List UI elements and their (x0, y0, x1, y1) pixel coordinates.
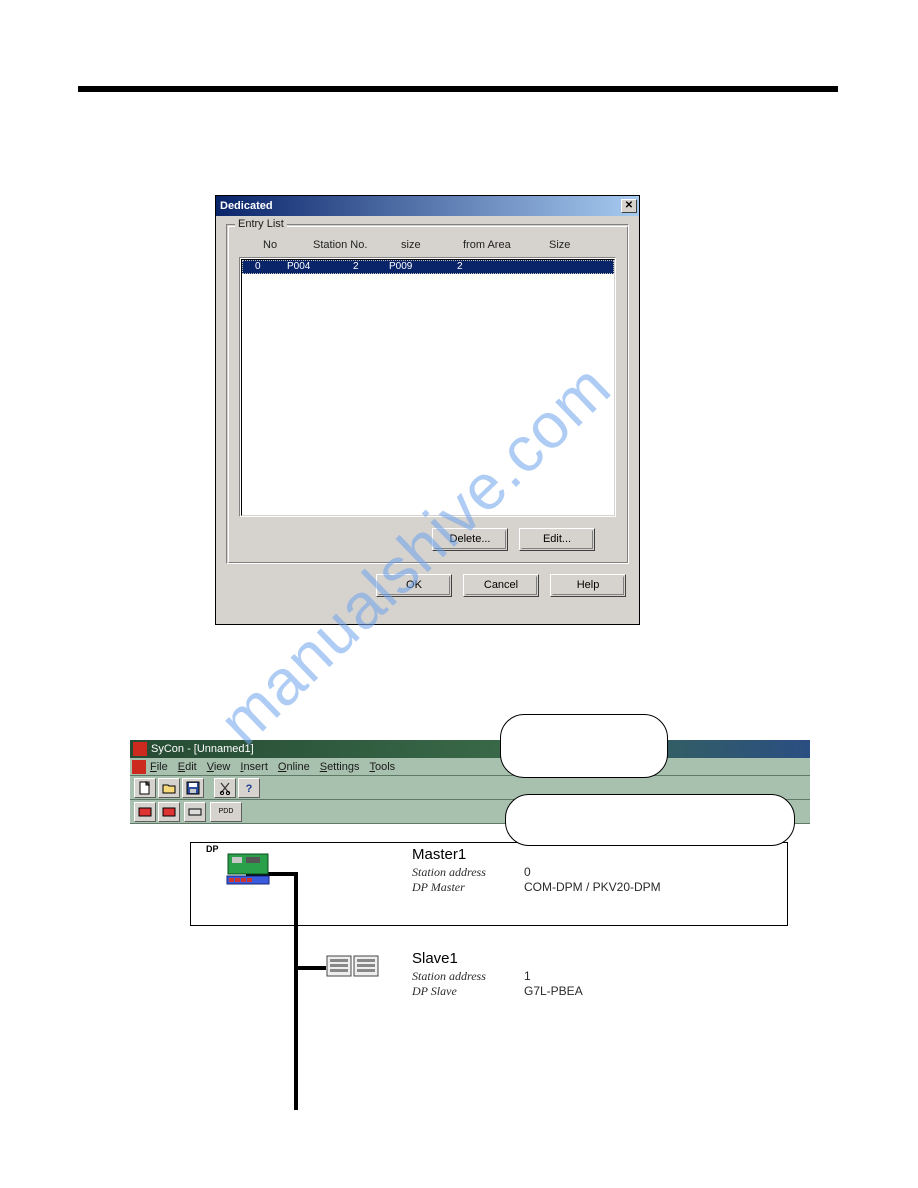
menu-edit[interactable]: Edit (178, 761, 197, 773)
dialog-title: Dedicated (220, 200, 621, 212)
menu-file[interactable]: File (150, 761, 168, 773)
entry-list-group: Entry List No Station No. size from Area… (226, 224, 629, 564)
dedicated-dialog: Dedicated ✕ Entry List No Station No. si… (215, 195, 640, 625)
slave-addr-label: Station address (412, 969, 524, 984)
cell-val1: P004 (287, 261, 310, 272)
slave-info: Slave1 Station address 1 DP Slave G7L-PB… (412, 950, 583, 999)
sycon-menubar: File Edit View Insert Online Settings To… (130, 758, 810, 776)
entry-listbox[interactable]: 0 P004 2 P009 2 (239, 257, 616, 517)
menu-settings[interactable]: Settings (320, 761, 360, 773)
slave-device-icon[interactable] (326, 954, 380, 983)
tool-master-icon[interactable] (134, 802, 156, 822)
cell-val2: 2 (353, 261, 359, 272)
list-row[interactable]: 0 P004 2 P009 2 (242, 260, 614, 274)
menu-tools[interactable]: Tools (369, 761, 395, 773)
sycon-canvas[interactable]: DP (130, 824, 810, 1110)
master-type-label: DP Master (412, 880, 524, 895)
master-addr-label: Station address (412, 865, 524, 880)
tool-pdd-icon[interactable]: PDD (210, 802, 242, 822)
close-icon[interactable]: ✕ (621, 199, 637, 213)
groupbox-label: Entry List (235, 218, 287, 230)
edit-button[interactable]: Edit... (519, 528, 595, 551)
dialog-titlebar[interactable]: Dedicated ✕ (216, 196, 639, 216)
page-divider (78, 86, 838, 92)
help-button[interactable]: Help (550, 574, 626, 597)
callout-2 (505, 794, 795, 846)
cell-no: 0 (255, 261, 261, 272)
sycon-window: SyCon - [Unnamed1] File Edit View Insert… (130, 740, 810, 1110)
col-from-area: from Area (463, 239, 511, 251)
master-info: Master1 Station address 0 DP Master COM-… (412, 846, 661, 895)
master-addr-value: 0 (524, 865, 531, 880)
slave-type-label: DP Slave (412, 984, 524, 999)
master-name: Master1 (412, 846, 661, 863)
open-icon[interactable] (158, 778, 180, 798)
save-icon[interactable] (182, 778, 204, 798)
menu-online[interactable]: Online (278, 761, 310, 773)
cut-icon[interactable] (214, 778, 236, 798)
menu-view[interactable]: View (207, 761, 231, 773)
col-size: size (401, 239, 421, 251)
column-headers: No Station No. size from Area Size (241, 239, 614, 255)
callout-1 (500, 714, 668, 778)
sycon-title: SyCon - [Unnamed1] (151, 743, 254, 755)
bus-stub (294, 966, 326, 970)
mdi-icon (132, 760, 146, 774)
cancel-button[interactable]: Cancel (463, 574, 539, 597)
help-icon[interactable]: ? (238, 778, 260, 798)
sycon-titlebar[interactable]: SyCon - [Unnamed1] (130, 740, 810, 758)
tool-slave-icon[interactable] (158, 802, 180, 822)
menu-insert[interactable]: Insert (240, 761, 268, 773)
dp-label: DP (206, 844, 219, 854)
delete-button[interactable]: Delete... (432, 528, 508, 551)
col-no: No (263, 239, 277, 251)
cell-val4: 2 (457, 261, 463, 272)
bus-line (294, 872, 298, 1110)
master-type-value: COM-DPM / PKV20-DPM (524, 880, 661, 895)
ok-button[interactable]: OK (376, 574, 452, 597)
new-icon[interactable] (134, 778, 156, 798)
slave-type-value: G7L-PBEA (524, 984, 583, 999)
slave-name: Slave1 (412, 950, 583, 967)
svg-text:?: ? (246, 783, 253, 795)
master-device-icon[interactable] (226, 852, 272, 889)
tool-diag-icon[interactable] (184, 802, 206, 822)
slave-addr-value: 1 (524, 969, 531, 984)
col-size2: Size (549, 239, 570, 251)
app-icon (133, 742, 147, 756)
col-station: Station No. (313, 239, 367, 251)
cell-val3: P009 (389, 261, 412, 272)
